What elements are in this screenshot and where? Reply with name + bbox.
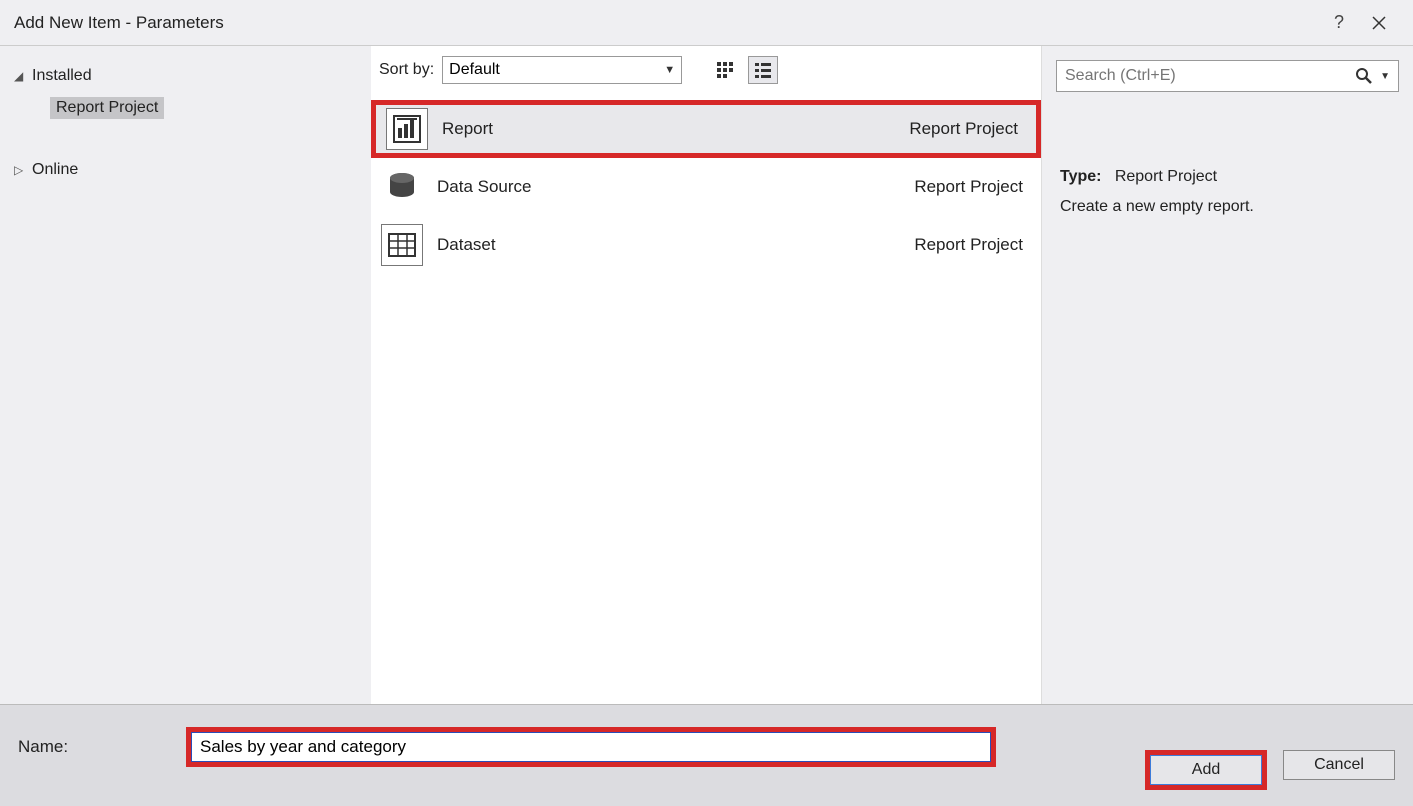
sidebar-item-online[interactable]: ▷ Online [0,154,371,186]
chevron-right-icon: ▷ [14,163,32,177]
titlebar: Add New Item - Parameters ? [0,0,1413,46]
sidebar-item-installed[interactable]: ◢ Installed [0,60,371,92]
help-button[interactable]: ? [1319,8,1359,38]
type-label: Type: [1060,168,1101,185]
sort-by-label: Sort by: [379,61,434,79]
search-icon[interactable] [1352,68,1376,84]
template-list: Report Report Project Data Source Report… [371,88,1041,704]
report-icon [386,108,428,150]
chevron-down-icon: ▼ [664,64,675,76]
database-icon [381,166,423,208]
sidebar-item-report-project[interactable]: Report Project [0,92,371,124]
template-item-data-source[interactable]: Data Source Report Project [371,158,1041,216]
add-button[interactable]: Add [1150,755,1262,785]
close-button[interactable] [1359,8,1399,38]
template-item-dataset[interactable]: Dataset Report Project [371,216,1041,274]
type-value: Report Project [1115,168,1217,185]
name-input[interactable] [191,732,991,762]
cancel-button[interactable]: Cancel [1283,750,1395,780]
name-label: Name: [18,737,186,757]
search-input[interactable] [1065,67,1352,85]
search-box[interactable]: ▼ [1056,60,1399,92]
type-row: Type: Report Project [1060,162,1395,192]
chevron-down-icon: ◢ [14,69,32,83]
window-title: Add New Item - Parameters [14,13,1319,33]
template-toolbar: Sort by: Default ▼ [371,46,1041,88]
view-small-icons-button[interactable] [710,56,740,84]
dataset-icon [381,224,423,266]
template-item-report[interactable]: Report Report Project [371,100,1041,158]
sort-by-select[interactable]: Default ▼ [442,56,682,84]
dialog-footer: Name: Add Cancel [0,704,1413,806]
chevron-down-icon[interactable]: ▼ [1376,71,1390,82]
view-list-button[interactable] [748,56,778,84]
category-sidebar: ◢ Installed Report Project ▷ Online [0,46,371,704]
template-description: Create a new empty report. [1060,192,1395,222]
details-panel: ▼ Type: Report Project Create a new empt… [1041,46,1413,704]
